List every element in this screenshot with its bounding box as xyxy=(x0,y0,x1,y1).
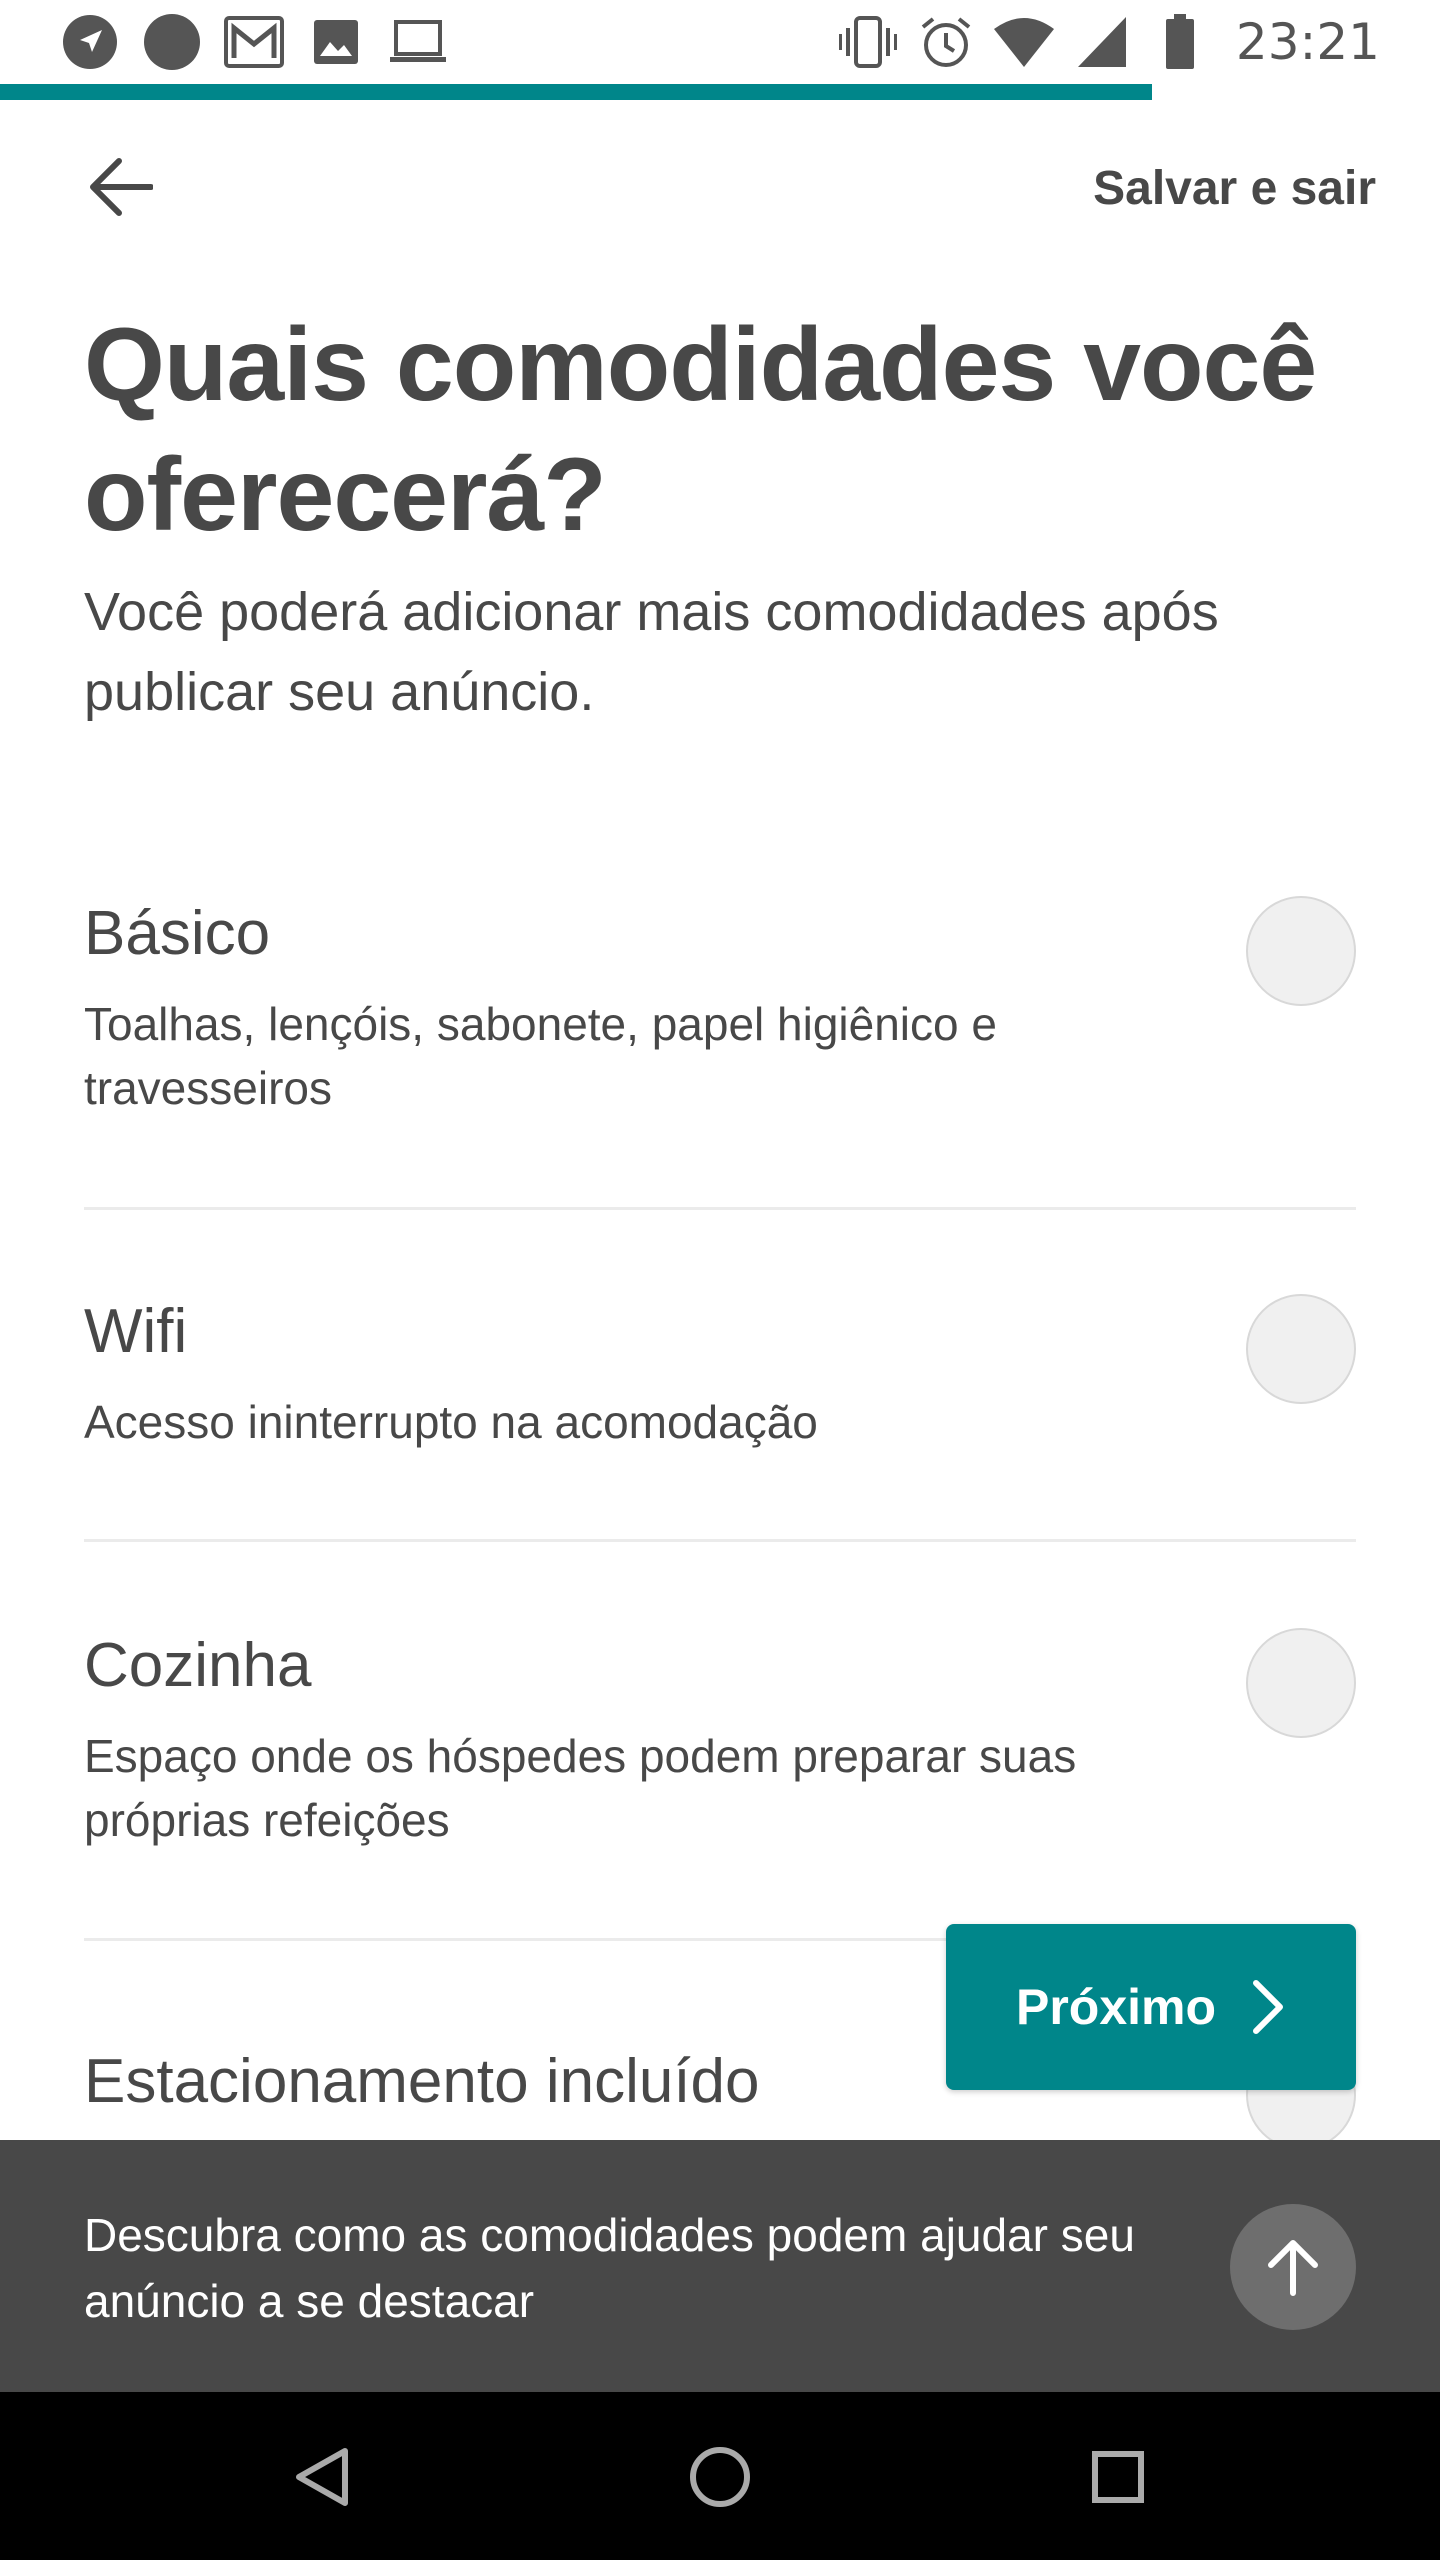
amenity-item-wifi[interactable]: Wifi Acesso ininterrupto na acomodação xyxy=(84,1294,1356,1454)
battery-icon xyxy=(1150,12,1210,72)
expand-banner-button[interactable] xyxy=(1230,2204,1356,2330)
triangle-back-icon xyxy=(296,2448,348,2506)
nav-recents-button[interactable] xyxy=(1073,2432,1163,2522)
vibrate-icon xyxy=(838,12,898,72)
amenity-description: Toalhas, lençóis, sabonete, papel higiên… xyxy=(84,998,997,1114)
amenity-checkbox-basico[interactable] xyxy=(1246,896,1356,1006)
divider xyxy=(84,1207,1356,1210)
amenity-title: Wifi xyxy=(84,1297,188,1366)
nav-back-button[interactable] xyxy=(276,2432,366,2522)
page-title-line-2: oferecerá? xyxy=(84,437,607,553)
clock-time: 23:21 xyxy=(1235,13,1380,71)
laptop-icon xyxy=(388,12,448,72)
info-banner-text: Descubra como as comodidades podem ajuda… xyxy=(84,2209,1135,2327)
circle-home-icon xyxy=(690,2447,750,2507)
progress-bar xyxy=(0,84,1440,100)
back-button[interactable] xyxy=(74,140,168,234)
amenity-checkbox-cozinha[interactable] xyxy=(1246,1628,1356,1738)
gmail-icon xyxy=(224,12,284,72)
alarm-icon xyxy=(916,12,976,72)
system-nav-bar xyxy=(0,2392,1440,2560)
amenity-description: Espaço onde os hóspedes podem preparar s… xyxy=(84,1730,1077,1846)
amenity-item-cozinha[interactable]: Cozinha Espaço onde os hóspedes podem pr… xyxy=(84,1628,1356,1852)
page-title: Quais comodidades você oferecerá? xyxy=(84,300,1384,560)
circle-notification-icon xyxy=(142,12,202,72)
divider xyxy=(84,1539,1356,1542)
status-bar: 23:21 xyxy=(0,0,1440,84)
amenity-description: Acesso ininterrupto na acomodação xyxy=(84,1396,818,1448)
navigation-icon xyxy=(60,12,120,72)
amenity-checkbox-wifi[interactable] xyxy=(1246,1294,1356,1404)
wifi-icon xyxy=(993,12,1054,72)
amenity-item-basico[interactable]: Básico Toalhas, lençóis, sabonete, papel… xyxy=(84,896,1356,1120)
next-button-label: Próximo xyxy=(1015,1979,1217,2035)
next-button[interactable]: Próximo xyxy=(946,1924,1356,2090)
image-icon xyxy=(306,12,366,72)
signal-icon xyxy=(1072,12,1132,72)
square-recents-icon xyxy=(1092,2451,1144,2503)
arrow-up-icon xyxy=(1268,2240,1318,2296)
page-subtitle: Você poderá adicionar mais comodidades a… xyxy=(84,582,1219,722)
progress-fill xyxy=(0,84,1152,100)
amenity-title: Cozinha xyxy=(84,1631,312,1700)
arrow-left-icon xyxy=(90,158,153,216)
amenity-title: Básico xyxy=(84,899,271,968)
nav-home-button[interactable] xyxy=(675,2432,765,2522)
save-and-exit-button[interactable]: Salvar e sair xyxy=(1093,148,1376,228)
page-title-line-1: Quais comodidades você xyxy=(84,307,1317,423)
chevron-right-icon xyxy=(1253,1980,1284,2034)
info-banner[interactable]: Descubra como as comodidades podem ajuda… xyxy=(0,2140,1440,2392)
